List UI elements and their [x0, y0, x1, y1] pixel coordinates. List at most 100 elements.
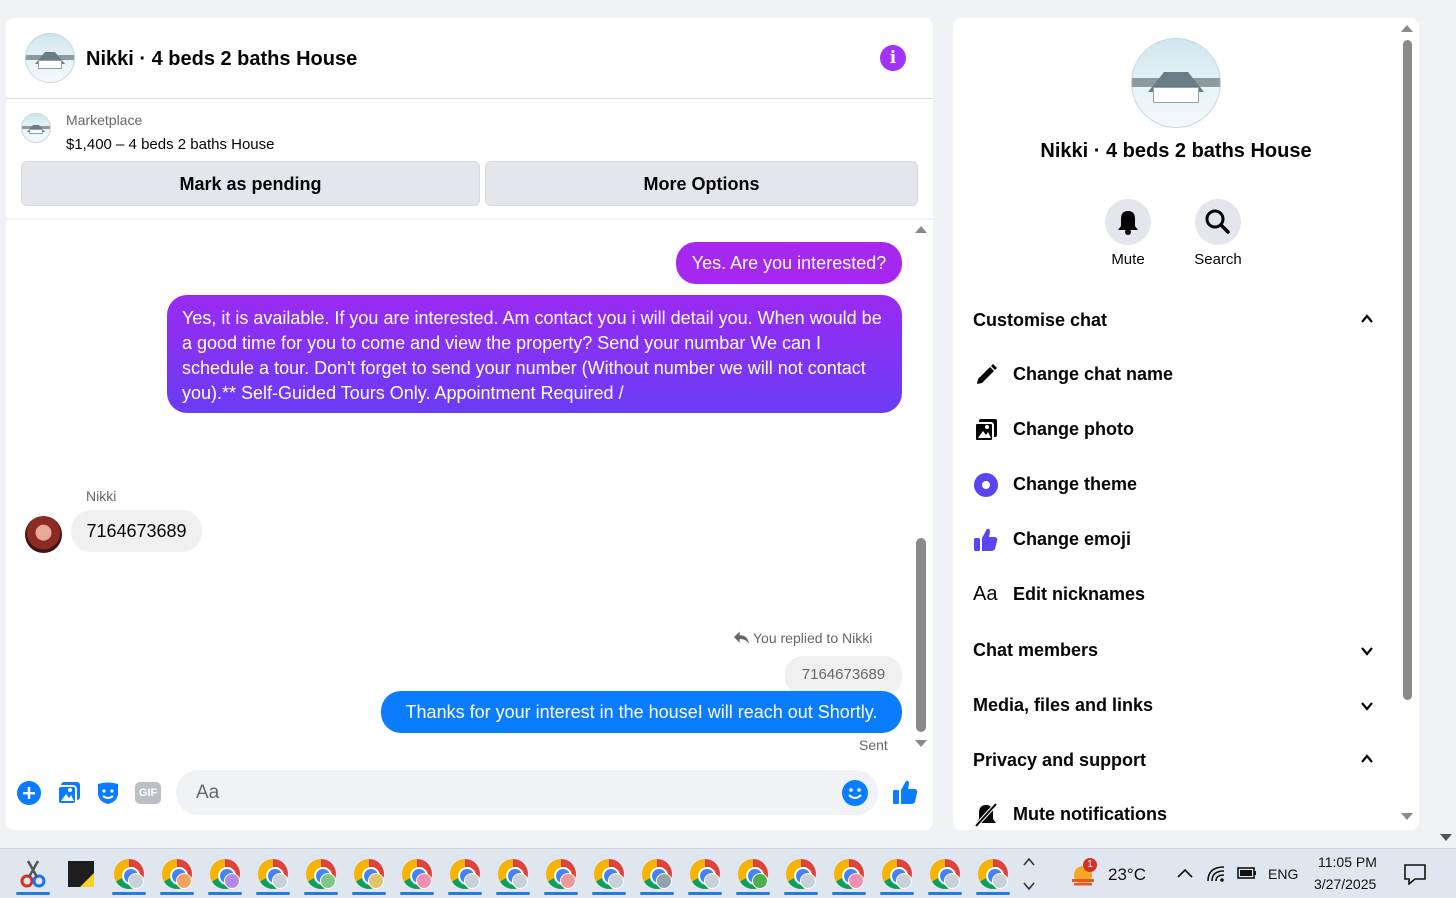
- chat-title[interactable]: Nikki · 4 beds 2 baths House: [86, 48, 357, 71]
- search-icon: [1205, 209, 1230, 234]
- message-bubble-outgoing[interactable]: Thanks for your interest in the houseI w…: [381, 691, 902, 733]
- emoji-icon[interactable]: [842, 780, 868, 806]
- page-scroll-down-arrow[interactable]: [1440, 834, 1452, 841]
- chat-header: Nikki · 4 beds 2 baths House i: [6, 18, 933, 99]
- reply-quote[interactable]: 7164673689: [785, 656, 902, 696]
- info-avatar[interactable]: [1131, 38, 1221, 128]
- chrome-icon[interactable]: [256, 857, 290, 895]
- mute-button[interactable]: [1105, 199, 1151, 245]
- chrome-icon[interactable]: [112, 857, 146, 895]
- reply-arrow-icon: [734, 631, 749, 644]
- chevron-up-icon[interactable]: [1360, 312, 1374, 326]
- search-button[interactable]: [1195, 199, 1241, 245]
- info-scrollbar-thumb[interactable]: [1403, 40, 1412, 700]
- chrome-icon[interactable]: [832, 857, 866, 895]
- message-status: Sent: [859, 737, 888, 753]
- chrome-icon[interactable]: [160, 857, 194, 895]
- chat-members-header[interactable]: Chat members: [973, 640, 1098, 661]
- mark-as-pending-button[interactable]: Mark as pending: [21, 161, 480, 206]
- sender-avatar[interactable]: [25, 516, 62, 553]
- info-icon[interactable]: i: [880, 45, 906, 71]
- chrome-icon[interactable]: [880, 857, 914, 895]
- chrome-icon[interactable]: [544, 857, 578, 895]
- message-bubble-outgoing[interactable]: Yes, it is available. If you are interes…: [167, 295, 902, 413]
- edit-nicknames-label: Edit nicknames: [1013, 584, 1146, 604]
- snipping-tool-icon[interactable]: [16, 857, 50, 895]
- bell-off-icon: [974, 802, 998, 828]
- weather-badge: 1: [1083, 858, 1097, 872]
- taskbar-scroll-icon[interactable]: [1022, 855, 1036, 893]
- mute-notifications-item[interactable]: Mute notifications: [953, 795, 1399, 830]
- change-theme-item[interactable]: Change theme: [953, 465, 1399, 505]
- chat-scrollbar-thumb[interactable]: [916, 538, 926, 732]
- divider: [6, 218, 933, 221]
- chat-scroll-up-arrow[interactable]: [915, 226, 927, 233]
- chrome-icon[interactable]: [640, 857, 674, 895]
- chrome-icon[interactable]: [976, 857, 1010, 895]
- change-theme-label: Change theme: [1013, 474, 1138, 494]
- reply-note: You replied to Nikki: [734, 630, 872, 646]
- chevron-up-icon[interactable]: [1176, 867, 1194, 879]
- chat-avatar[interactable]: [25, 33, 75, 83]
- chrome-icon[interactable]: [352, 857, 386, 895]
- chrome-icon[interactable]: [496, 857, 530, 895]
- chrome-icon[interactable]: [928, 857, 962, 895]
- photo-icon[interactable]: [56, 780, 82, 806]
- thumbs-up-icon: [974, 528, 998, 551]
- change-photo-label: Change photo: [1013, 419, 1134, 439]
- customise-chat-header[interactable]: Customise chat: [973, 310, 1107, 331]
- chrome-icon[interactable]: [784, 857, 818, 895]
- chrome-icon[interactable]: [592, 857, 626, 895]
- weather-temp[interactable]: 23°C: [1108, 865, 1146, 885]
- taskbar: 1 23°C ENG 11:05 PM 3/27/2025: [0, 848, 1456, 898]
- bell-icon: [1118, 211, 1138, 235]
- change-chat-name-item[interactable]: Change chat name: [953, 355, 1399, 395]
- listing-title[interactable]: $1,400 – 4 beds 2 baths House: [66, 136, 275, 153]
- plus-circle-icon[interactable]: [16, 780, 42, 806]
- chevron-up-icon[interactable]: [1360, 752, 1374, 766]
- chrome-icon[interactable]: [208, 857, 242, 895]
- sticky-notes-icon[interactable]: [64, 857, 98, 891]
- listing-thumbnail[interactable]: [21, 113, 51, 143]
- chrome-icon[interactable]: [736, 857, 770, 895]
- chevron-down-icon[interactable]: [1360, 699, 1374, 713]
- info-scroll-up-arrow[interactable]: [1401, 25, 1413, 32]
- mute-label: Mute: [1111, 251, 1145, 268]
- clock-time[interactable]: 11:05 PM: [1318, 854, 1377, 870]
- info-title: Nikki · 4 beds 2 baths House: [1040, 140, 1312, 162]
- message-bubble-incoming[interactable]: 7164673689: [71, 510, 202, 552]
- language-indicator[interactable]: ENG: [1268, 866, 1298, 882]
- chrome-icon[interactable]: [400, 857, 434, 895]
- chrome-icon[interactable]: [304, 857, 338, 895]
- chat-scroll-down-arrow[interactable]: [915, 740, 927, 747]
- privacy-support-header[interactable]: Privacy and support: [973, 750, 1146, 771]
- notification-icon[interactable]: [1403, 863, 1427, 885]
- clock-date[interactable]: 3/27/2025: [1314, 876, 1376, 892]
- chevron-down-icon[interactable]: [1360, 644, 1374, 658]
- message-bubble-outgoing[interactable]: Yes. Are you interested?: [676, 242, 902, 284]
- pencil-icon: [977, 364, 997, 384]
- sender-name: Nikki: [86, 488, 117, 504]
- change-chat-name-label: Change chat name: [1013, 364, 1174, 384]
- chrome-icon[interactable]: [448, 857, 482, 895]
- chat-panel: Nikki · 4 beds 2 baths House i Marketpla…: [6, 18, 933, 830]
- chat-info-panel: Nikki · 4 beds 2 baths House Mute Search…: [953, 18, 1419, 830]
- thumbs-up-icon[interactable]: [891, 778, 919, 806]
- battery-icon[interactable]: [1236, 865, 1258, 881]
- media-files-links-header[interactable]: Media, files and links: [973, 695, 1153, 716]
- wifi-icon[interactable]: [1206, 863, 1228, 883]
- nickname-aa-icon: Aa: [973, 583, 998, 605]
- info-scroll-down-arrow[interactable]: [1401, 813, 1413, 820]
- change-emoji-item[interactable]: Change emoji: [953, 520, 1399, 560]
- change-photo-item[interactable]: Change photo: [953, 410, 1399, 450]
- gif-icon[interactable]: GIF: [135, 782, 161, 804]
- chrome-icon[interactable]: [688, 857, 722, 895]
- theme-circle-icon: [974, 473, 998, 497]
- change-emoji-label: Change emoji: [1013, 529, 1132, 549]
- sticker-icon[interactable]: [95, 780, 121, 806]
- more-options-button[interactable]: More Options: [485, 161, 918, 206]
- message-input[interactable]: [176, 770, 878, 815]
- edit-nicknames-item[interactable]: Aa Edit nicknames: [953, 575, 1399, 615]
- marketplace-label: Marketplace: [66, 112, 143, 128]
- mute-notifications-label: Mute notifications: [1013, 804, 1167, 824]
